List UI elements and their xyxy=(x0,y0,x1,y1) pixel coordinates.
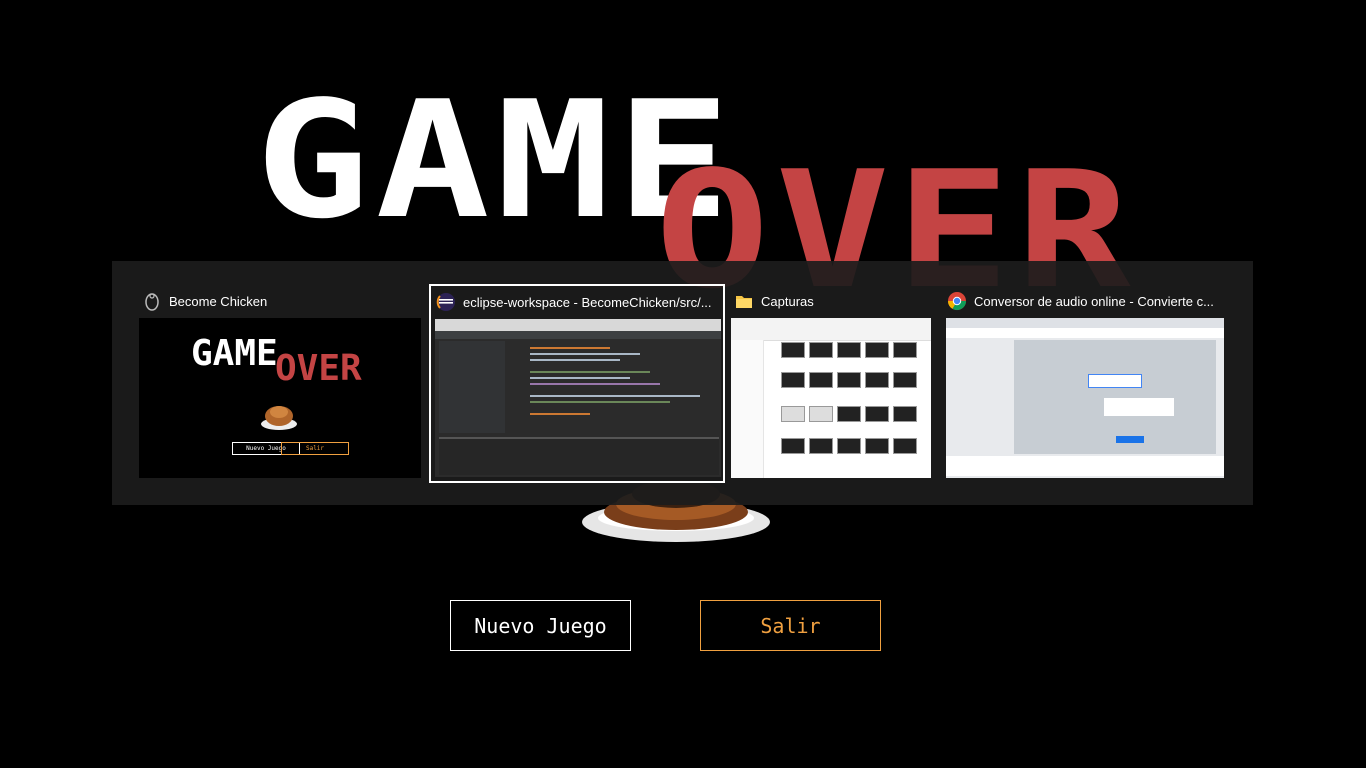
chicken-app-icon xyxy=(145,293,159,311)
switcher-window-eclipse[interactable]: eclipse-workspace - BecomeChicken/src/..… xyxy=(429,284,725,483)
window-header: Conversor de audio online - Convierte c.… xyxy=(944,285,1224,317)
switcher-window-chrome[interactable]: Conversor de audio online - Convierte c.… xyxy=(944,285,1224,478)
window-title: Become Chicken xyxy=(169,293,268,309)
eclipse-icon xyxy=(436,293,455,311)
window-title: Conversor de audio online - Convierte c.… xyxy=(974,293,1214,309)
roast-chicken-icon xyxy=(261,406,297,430)
window-thumbnail: GAME OVER Nuevo Juego Salir xyxy=(139,318,421,478)
new-game-button[interactable]: Nuevo Juego xyxy=(450,600,631,651)
window-header: Capturas xyxy=(731,285,931,317)
exit-button[interactable]: Salir xyxy=(700,600,881,651)
window-thumbnail xyxy=(731,318,931,478)
switcher-window-capturas[interactable]: Capturas xyxy=(731,285,931,478)
thumb-title-word2: OVER xyxy=(275,348,362,389)
window-thumbnail xyxy=(435,319,721,477)
folder-icon xyxy=(736,296,752,308)
chrome-icon xyxy=(948,292,966,311)
switcher-window-become-chicken[interactable]: Become Chicken GAME OVER Nuevo Juego Sal… xyxy=(139,285,421,478)
window-title: Capturas xyxy=(761,293,814,309)
window-title: eclipse-workspace - BecomeChicken/src/..… xyxy=(463,294,712,310)
window-header: Become Chicken xyxy=(139,285,421,317)
thumb-exit-button: Salir xyxy=(281,442,349,455)
window-header: eclipse-workspace - BecomeChicken/src/..… xyxy=(431,286,723,318)
task-switcher: Become Chicken GAME OVER Nuevo Juego Sal… xyxy=(112,261,1253,505)
window-thumbnail xyxy=(946,318,1224,478)
thumb-title-word1: GAME xyxy=(191,333,278,374)
